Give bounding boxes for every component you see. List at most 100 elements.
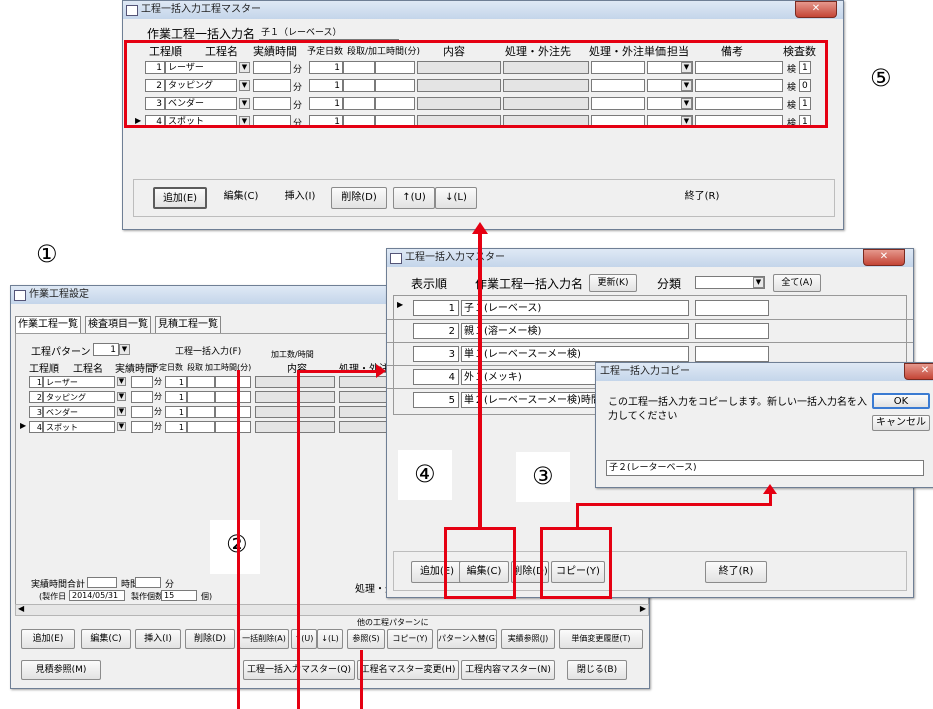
actual-time-cell[interactable] <box>131 376 153 388</box>
category-cell[interactable] <box>695 323 769 339</box>
process-name-master-button[interactable]: 工程名マスター変更(H) <box>357 660 459 680</box>
process-time-cell[interactable] <box>215 406 251 418</box>
chevron-down-icon[interactable]: ▼ <box>117 377 126 386</box>
close-button[interactable]: ✕ <box>863 249 905 266</box>
delete-button[interactable]: 削除(D) <box>185 629 235 649</box>
order-cell[interactable]: 1 <box>29 376 43 388</box>
list-item[interactable]: 1 子１(レーベース) <box>387 297 913 320</box>
insert-button[interactable]: 挿入(I) <box>135 629 181 649</box>
tab-work-process-list[interactable]: 作業工程一覧 <box>15 316 81 333</box>
chevron-down-icon[interactable]: ▼ <box>117 407 126 416</box>
close-button[interactable]: ✕ <box>904 363 933 380</box>
setup-cell[interactable] <box>187 376 215 388</box>
header-process-time: 加工時間(分) <box>205 363 252 372</box>
order-cell[interactable]: 3 <box>29 406 43 418</box>
insert-button[interactable]: 挿入(I) <box>275 187 325 209</box>
bulk-input-name-cell[interactable]: 親１(溶ーメー検) <box>461 323 689 339</box>
scroll-right-icon[interactable]: ▶ <box>640 604 646 613</box>
process-time-cell[interactable] <box>215 376 251 388</box>
exit-button[interactable]: 終了(R) <box>671 187 733 209</box>
move-up-button[interactable]: ↑(U) <box>393 187 435 209</box>
process-time-cell[interactable] <box>215 391 251 403</box>
edit-button[interactable]: 編集(C) <box>81 629 131 649</box>
pattern-select[interactable]: 1 <box>93 343 119 356</box>
category-cell[interactable] <box>695 346 769 362</box>
tab-inspection-items[interactable]: 検査項目一覧 <box>85 316 151 333</box>
scroll-left-icon[interactable]: ◀ <box>18 604 24 613</box>
display-order-cell[interactable]: 4 <box>413 369 459 385</box>
move-down-button[interactable]: ↓(L) <box>317 629 343 649</box>
tab-estimate-process[interactable]: 見積工程一覧 <box>155 316 221 333</box>
new-name-input[interactable]: 子２(レーターベース) <box>606 460 924 476</box>
bulk-delete-button[interactable]: 一括削除(A) <box>239 629 289 649</box>
actual-time-cell[interactable] <box>131 391 153 403</box>
exit-button[interactable]: 終了(R) <box>705 561 767 583</box>
order-cell[interactable]: 4 <box>29 421 43 433</box>
arrow-head-right <box>376 364 386 378</box>
move-down-button[interactable]: ↓(L) <box>435 187 477 209</box>
estimate-reference-button[interactable]: 見積参照(M) <box>21 660 101 680</box>
window-title: 作業工程設定 <box>29 289 89 300</box>
actual-reference-button[interactable]: 実績参照(J) <box>501 629 555 649</box>
copy-button[interactable]: コピー(Y) <box>387 629 433 649</box>
close-button[interactable]: ✕ <box>795 1 837 18</box>
bulk-input-label[interactable]: 工程一括入力(F) <box>175 344 241 357</box>
pattern-swap-button[interactable]: パターン入替(G) <box>437 629 497 649</box>
chevron-down-icon[interactable]: ▼ <box>117 392 126 401</box>
order-cell[interactable]: 2 <box>29 391 43 403</box>
setup-cell[interactable] <box>187 421 215 433</box>
step-label-1: ① <box>36 240 58 268</box>
title-bar: 工程一括入力コピー <box>596 363 933 381</box>
setup-cell[interactable] <box>187 391 215 403</box>
update-button[interactable]: 更新(K) <box>589 274 637 292</box>
edit-button[interactable]: 編集(C) <box>215 187 267 209</box>
days-cell[interactable]: 1 <box>165 391 187 403</box>
step-label-4: ④ <box>398 450 452 500</box>
name-cell[interactable]: スポット <box>43 421 115 433</box>
bulk-input-name-cell[interactable]: 単１(レーベースーメー検) <box>461 346 689 362</box>
reference-button[interactable]: 参照(S) <box>347 629 385 649</box>
process-time-cell[interactable] <box>215 421 251 433</box>
days-cell[interactable]: 1 <box>165 421 187 433</box>
add-button[interactable]: 追加(E) <box>21 629 75 649</box>
show-all-button[interactable]: 全て(A) <box>773 274 821 292</box>
table-row[interactable]: 1 レーザー ▼ 分 1 <box>11 376 411 390</box>
window-title: 工程一括入力工程マスター <box>141 4 261 15</box>
days-cell[interactable]: 1 <box>165 376 187 388</box>
close-button[interactable]: 閉じる(B) <box>567 660 627 680</box>
cancel-button[interactable]: キャンセル <box>872 415 930 431</box>
name-cell[interactable]: タッピング <box>43 391 115 403</box>
add-button[interactable]: 追加(E) <box>153 187 207 209</box>
input-name-field[interactable]: 子１（レーベース） <box>259 27 399 40</box>
actual-time-cell[interactable] <box>131 406 153 418</box>
horizontal-scrollbar[interactable]: ◀ ▶ <box>15 604 649 616</box>
step-label-2: ② <box>210 520 260 574</box>
price-history-button[interactable]: 単価変更履歴(T) <box>559 629 643 649</box>
table-row[interactable]: 2 タッピング ▼ 分 1 <box>11 391 411 405</box>
delete-button[interactable]: 削除(D) <box>331 187 387 209</box>
display-order-cell[interactable]: 3 <box>413 346 459 362</box>
table-row[interactable]: ▶ 4 スポット ▼ 分 1 <box>11 421 411 435</box>
bulk-input-name-cell[interactable]: 子１(レーベース) <box>461 300 689 316</box>
total-hours-field <box>87 577 117 588</box>
name-cell[interactable]: ベンダー <box>43 406 115 418</box>
chevron-down-icon[interactable]: ▼ <box>119 344 130 355</box>
chevron-down-icon[interactable]: ▼ <box>117 422 126 431</box>
table-row[interactable]: 3 ベンダー ▼ 分 1 <box>11 406 411 420</box>
move-up-button[interactable]: ↑(U) <box>291 629 317 649</box>
content-cell <box>255 376 335 388</box>
process-content-master-button[interactable]: 工程内容マスター(N) <box>461 660 555 680</box>
display-order-cell[interactable]: 1 <box>413 300 459 316</box>
display-order-cell[interactable]: 5 <box>413 392 459 408</box>
actual-time-cell[interactable] <box>131 421 153 433</box>
display-order-cell[interactable]: 2 <box>413 323 459 339</box>
days-cell[interactable]: 1 <box>165 406 187 418</box>
setup-cell[interactable] <box>187 406 215 418</box>
name-cell[interactable]: レーザー <box>43 376 115 388</box>
arrow-line <box>478 232 482 528</box>
category-cell[interactable] <box>695 300 769 316</box>
category-label: 分類 <box>657 277 682 291</box>
ok-button[interactable]: OK <box>872 393 930 409</box>
chevron-down-icon[interactable]: ▼ <box>753 277 764 288</box>
list-item[interactable]: 2 親１(溶ーメー検) <box>387 320 913 343</box>
